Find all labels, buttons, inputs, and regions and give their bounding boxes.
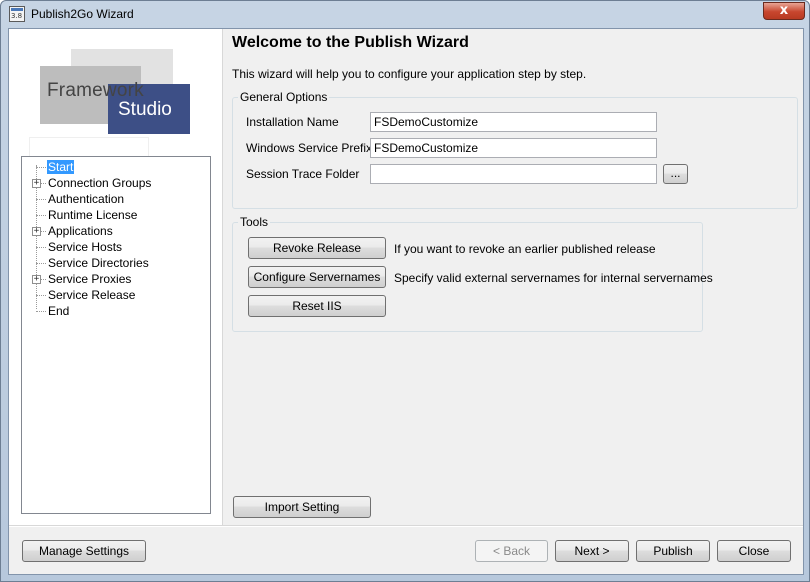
general-options-title: General Options (238, 90, 330, 104)
tree-item-label: Start (47, 160, 75, 174)
tools-title: Tools (238, 215, 271, 229)
tree-item-runtime-license[interactable]: Runtime License (22, 207, 208, 223)
page-title: Welcome to the Publish Wizard (232, 34, 469, 51)
app-icon-caption: 3.8 (11, 12, 23, 20)
tree-item-label: End (48, 304, 70, 318)
window-title: Publish2Go Wizard (31, 7, 134, 21)
wizard-steps-tree[interactable]: Start + Connection Groups Authentication… (21, 156, 211, 514)
trace-folder-input[interactable] (370, 164, 657, 184)
tree-item-label: Connection Groups (48, 176, 152, 190)
trace-folder-label: Session Trace Folder (246, 167, 360, 181)
left-panel: Framework Studio Start + Connection Grou… (9, 29, 223, 525)
tree-item-label: Runtime License (48, 208, 138, 222)
expand-plus-icon[interactable]: + (32, 275, 41, 284)
tree-item-start[interactable]: Start (22, 159, 208, 175)
tree-item-applications[interactable]: + Applications (22, 223, 208, 239)
tree-item-label: Service Directories (48, 256, 149, 270)
tree-item-label: Service Hosts (48, 240, 123, 254)
next-button[interactable]: Next > (555, 540, 629, 562)
tree-item-service-hosts[interactable]: Service Hosts (22, 239, 208, 255)
tree-branch-line (36, 167, 46, 168)
title-bar[interactable]: 3.8 Publish2Go Wizard x (1, 1, 809, 28)
close-button[interactable]: Close (717, 540, 791, 562)
tree-item-label: Applications (48, 224, 113, 238)
service-prefix-input[interactable] (370, 138, 657, 158)
publish-button[interactable]: Publish (636, 540, 710, 562)
installation-name-input[interactable] (370, 112, 657, 132)
browse-folder-button[interactable]: ... (663, 164, 688, 184)
logo-fade-outline (29, 137, 149, 157)
window-close-button[interactable]: x (763, 2, 805, 20)
close-icon: x (779, 3, 789, 18)
tree-item-label: Service Release (48, 288, 136, 302)
import-setting-button[interactable]: Import Setting (233, 496, 371, 518)
service-prefix-label: Windows Service Prefix (246, 141, 373, 155)
intro-text: This wizard will help you to configure y… (232, 67, 587, 81)
revoke-release-description: If you want to revoke an earlier publish… (394, 242, 656, 256)
tree-item-service-proxies[interactable]: + Service Proxies (22, 271, 208, 287)
app-icon[interactable]: 3.8 (9, 6, 25, 22)
tree-branch-line (36, 263, 46, 264)
manage-settings-button[interactable]: Manage Settings (22, 540, 146, 562)
revoke-release-button[interactable]: Revoke Release (248, 237, 386, 259)
tree-item-service-release[interactable]: Service Release (22, 287, 208, 303)
client-area: Framework Studio Start + Connection Grou… (8, 28, 804, 575)
back-button[interactable]: < Back (475, 540, 548, 562)
tree-item-end[interactable]: End (22, 303, 208, 319)
configure-servernames-button[interactable]: Configure Servernames (248, 266, 386, 288)
tree-branch-line (36, 311, 46, 312)
tree-item-connection-groups[interactable]: + Connection Groups (22, 175, 208, 191)
reset-iis-button[interactable]: Reset IIS (248, 295, 386, 317)
expand-plus-icon[interactable]: + (32, 179, 41, 188)
tree-item-label: Authentication (48, 192, 125, 206)
wizard-window: 3.8 Publish2Go Wizard x Framework Studio… (0, 0, 810, 582)
tree-item-authentication[interactable]: Authentication (22, 191, 208, 207)
installation-name-label: Installation Name (246, 115, 339, 129)
tree-item-service-directories[interactable]: Service Directories (22, 255, 208, 271)
footer-separator-highlight (9, 526, 803, 527)
tree-branch-line (36, 295, 46, 296)
tree-item-label: Service Proxies (48, 272, 132, 286)
tree-branch-line (36, 247, 46, 248)
configure-servernames-description: Specify valid external servernames for i… (394, 271, 713, 285)
tree-branch-line (36, 215, 46, 216)
expand-plus-icon[interactable]: + (32, 227, 41, 236)
logo-text-studio: Studio (118, 99, 172, 120)
tree-branch-line (36, 199, 46, 200)
